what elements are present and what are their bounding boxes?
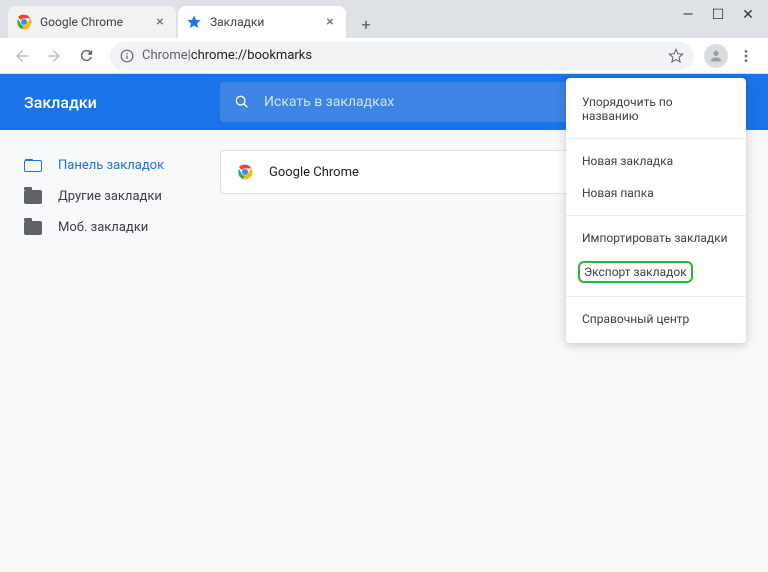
menu-separator (566, 215, 746, 216)
menu-item-import-bookmarks[interactable]: Импортировать закладки (566, 222, 746, 254)
browser-toolbar: Chrome | chrome://bookmarks (0, 38, 768, 74)
url-path: chrome://bookmarks (191, 48, 312, 63)
address-bar[interactable]: Chrome | chrome://bookmarks (110, 42, 694, 70)
menu-separator (566, 296, 746, 297)
forward-button[interactable] (40, 42, 68, 70)
chrome-favicon-icon (16, 14, 32, 30)
tab-strip: Google Chrome × Закладки × + (0, 0, 768, 38)
bookmarks-sidebar: Панель закладок Другие закладки Моб. зак… (0, 150, 220, 243)
menu-item-sort-by-name[interactable]: Упорядочить по названию (566, 86, 746, 132)
search-icon (234, 94, 250, 110)
profile-avatar[interactable] (704, 44, 728, 68)
browser-tab-google-chrome[interactable]: Google Chrome × (8, 6, 176, 38)
folder-open-icon (24, 160, 42, 172)
window-close-button[interactable]: ✕ (742, 9, 754, 21)
search-placeholder: Искать в закладках (264, 94, 394, 110)
reload-button[interactable] (72, 42, 100, 70)
highlighted-label: Экспорт закладок (578, 261, 693, 283)
menu-item-new-folder[interactable]: Новая папка (566, 177, 746, 209)
sidebar-item-other-bookmarks[interactable]: Другие закладки (24, 181, 220, 212)
sidebar-item-mobile-bookmarks[interactable]: Моб. закладки (24, 212, 220, 243)
tab-close-icon[interactable]: × (152, 14, 168, 30)
sidebar-item-label: Моб. закладки (58, 220, 148, 235)
star-favicon-icon (186, 14, 202, 30)
tab-title: Google Chrome (40, 15, 152, 29)
new-tab-button[interactable]: + (352, 10, 380, 38)
menu-item-help-center[interactable]: Справочный центр (566, 303, 746, 335)
sidebar-item-bookmarks-bar[interactable]: Панель закладок (24, 150, 220, 181)
browser-tab-bookmarks[interactable]: Закладки × (178, 6, 346, 38)
tab-title: Закладки (210, 15, 322, 29)
chrome-favicon-icon (237, 164, 253, 180)
menu-item-new-bookmark[interactable]: Новая закладка (566, 145, 746, 177)
menu-item-export-bookmarks[interactable]: Экспорт закладок (566, 254, 746, 290)
back-button[interactable] (8, 42, 36, 70)
menu-separator (566, 138, 746, 139)
browser-menu-button[interactable] (732, 42, 760, 70)
sidebar-item-label: Панель закладок (58, 158, 164, 173)
url-scheme: Chrome (142, 48, 188, 63)
folder-icon (24, 221, 42, 235)
folder-icon (24, 190, 42, 204)
window-maximize-button[interactable]: ☐ (712, 9, 724, 21)
window-minimize-button[interactable]: — (682, 9, 694, 21)
tab-close-icon[interactable]: × (322, 14, 338, 30)
sidebar-item-label: Другие закладки (58, 189, 162, 204)
page-title: Закладки (0, 93, 220, 112)
bookmark-title: Google Chrome (269, 165, 359, 180)
bookmark-star-icon[interactable] (668, 48, 684, 64)
site-info-icon[interactable] (120, 49, 134, 63)
bookmarks-context-menu: Упорядочить по названию Новая закладка Н… (566, 78, 746, 343)
window-controls: — ☐ ✕ (668, 0, 768, 30)
